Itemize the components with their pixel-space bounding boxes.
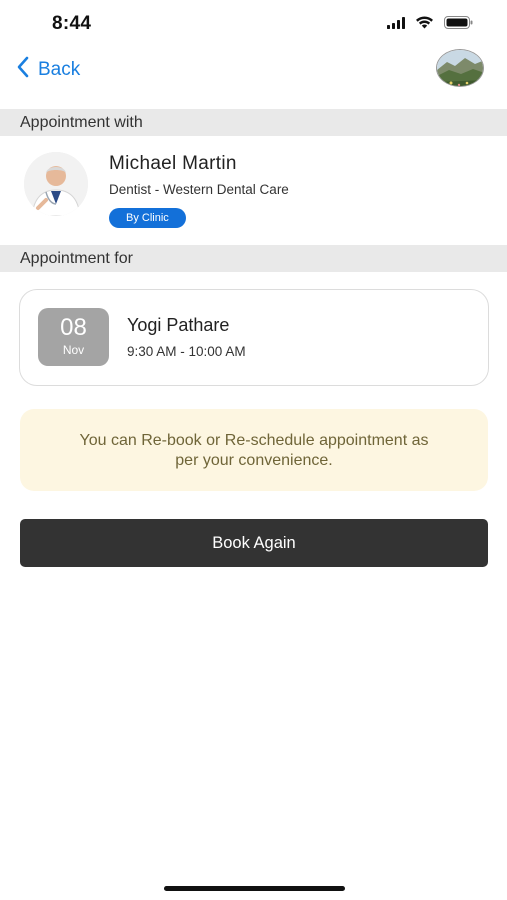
home-indicator bbox=[164, 886, 345, 891]
book-again-button[interactable]: Book Again bbox=[20, 519, 488, 567]
doctor-info: Michael Martin Dentist - Western Dental … bbox=[0, 146, 507, 236]
signal-icon bbox=[387, 16, 405, 34]
consultation-mode-badge: By Clinic bbox=[109, 208, 186, 228]
back-button[interactable]: Back bbox=[16, 56, 80, 83]
nav-bar: Back bbox=[0, 46, 507, 102]
doctor-photo bbox=[24, 152, 88, 216]
status-time: 8:44 bbox=[52, 13, 92, 34]
date-month: Nov bbox=[62, 343, 85, 357]
status-bar: 8:44 bbox=[0, 0, 507, 46]
patient-name: Yogi Pathare bbox=[127, 315, 230, 335]
section-header-appointment-for: Appointment for bbox=[0, 245, 507, 272]
user-avatar[interactable] bbox=[436, 49, 484, 87]
back-label: Back bbox=[38, 58, 81, 80]
wifi-icon bbox=[415, 15, 434, 34]
appointment-card: 08 Nov Yogi Pathare 9:30 AM - 10:00 AM bbox=[19, 289, 489, 386]
appointment-time: 9:30 AM - 10:00 AM bbox=[127, 344, 246, 359]
doctor-name: Michael Martin bbox=[109, 153, 237, 174]
battery-icon bbox=[444, 15, 473, 34]
info-message: You can Re-book or Re-schedule appointme… bbox=[20, 409, 488, 491]
info-message-line-1: You can Re-book or Re-schedule appointme… bbox=[79, 432, 429, 449]
date-day: 08 bbox=[60, 314, 87, 341]
info-message-line-2: per your convenience. bbox=[175, 452, 333, 469]
section-header-appointment-with: Appointment with bbox=[0, 109, 507, 136]
chevron-left-icon bbox=[16, 56, 30, 83]
doctor-specialty: Dentist - Western Dental Care bbox=[109, 182, 289, 197]
status-icons bbox=[387, 15, 473, 34]
date-badge: 08 Nov bbox=[38, 308, 109, 366]
